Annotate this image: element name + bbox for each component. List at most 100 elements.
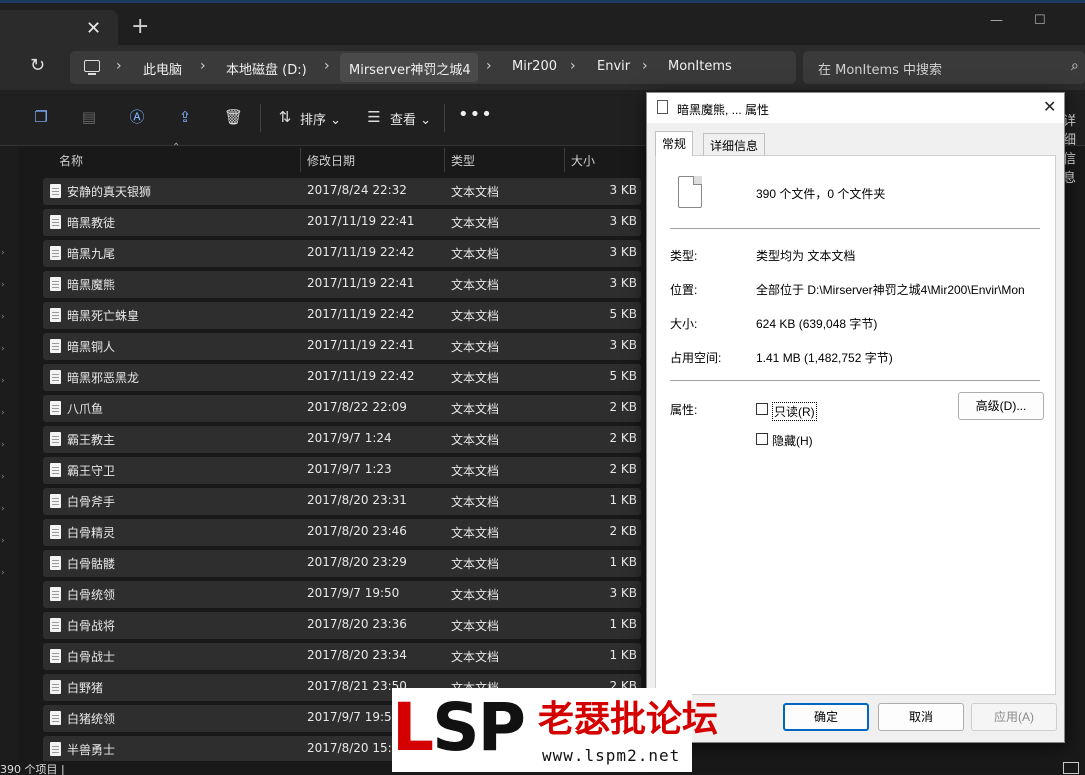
breadcrumb-local-disk[interactable]: 本地磁盘 (D:) [226, 59, 307, 78]
file-row[interactable]: 暗黑魔熊 2017/11/19 22:41 文本文档 3 KB [43, 271, 641, 298]
view-icon[interactable]: ☰ [365, 108, 383, 126]
details-pane-button[interactable]: 详细信息 [1063, 110, 1085, 186]
file-name[interactable]: 八爪鱼 [67, 400, 103, 417]
file-row[interactable]: 白骨精灵 2017/8/20 23:46 文本文档 2 KB [43, 519, 641, 546]
sort-button[interactable]: 排序 ⌄ [300, 109, 341, 128]
close-tab-icon[interactable]: ✕ [86, 18, 101, 39]
file-name[interactable]: 暗黑邪恶黑龙 [67, 369, 139, 386]
chevron-right-icon[interactable]: › [642, 58, 648, 74]
file-row[interactable]: 霸王教主 2017/9/7 1:24 文本文档 2 KB [43, 426, 641, 453]
file-row[interactable]: 白骨骷髅 2017/8/20 23:29 文本文档 1 KB [43, 550, 641, 577]
file-row[interactable]: 白骨战士 2017/8/20 23:34 文本文档 1 KB [43, 643, 641, 670]
breadcrumb-monitems[interactable]: MonItems [668, 59, 732, 74]
expand-icon[interactable]: › [1, 280, 5, 290]
file-row[interactable]: 安静的真天银狮 2017/8/24 22:32 文本文档 3 KB [43, 178, 641, 205]
chevron-right-icon[interactable]: › [116, 58, 122, 74]
file-name[interactable]: 白骨战士 [67, 648, 115, 665]
expand-icon[interactable]: › [1, 376, 5, 386]
file-name[interactable]: 白猪统领 [67, 710, 115, 727]
maximize-icon[interactable]: ☐ [1034, 13, 1046, 28]
column-divider[interactable] [564, 148, 565, 172]
expand-icon[interactable]: › [1, 568, 5, 578]
details-view-icon[interactable] [1063, 762, 1079, 774]
tab-general[interactable]: 常规 [655, 131, 694, 156]
column-divider[interactable] [300, 148, 301, 172]
expand-icon[interactable]: › [1, 312, 5, 322]
column-header-size[interactable]: 大小 [571, 152, 595, 169]
file-name[interactable]: 暗黑铜人 [67, 338, 115, 355]
computer-icon[interactable] [84, 60, 100, 75]
expand-icon[interactable]: › [1, 536, 5, 546]
file-name[interactable]: 暗黑九尾 [67, 245, 115, 262]
expand-icon[interactable]: › [1, 472, 5, 482]
more-options-icon[interactable]: ••• [458, 104, 493, 125]
file-row[interactable]: 霸王守卫 2017/9/7 1:23 文本文档 2 KB [43, 457, 641, 484]
rename-icon[interactable]: Ⓐ [128, 108, 146, 126]
file-name[interactable]: 霸王教主 [67, 431, 115, 448]
file-name[interactable]: 白野猪 [67, 679, 103, 696]
search-icon[interactable]: ⌕ [1071, 58, 1079, 74]
file-name[interactable]: 暗黑教徒 [67, 214, 115, 231]
file-name[interactable]: 白骨骷髅 [67, 555, 115, 572]
file-row[interactable]: 白骨战将 2017/8/20 23:36 文本文档 1 KB [43, 612, 641, 639]
expand-icon[interactable]: › [1, 440, 5, 450]
hidden-checkbox[interactable] [756, 433, 768, 445]
file-row[interactable]: 暗黑教徒 2017/11/19 22:41 文本文档 3 KB [43, 209, 641, 236]
hidden-label[interactable]: 隐藏(H) [772, 432, 813, 449]
file-name[interactable]: 白骨战将 [67, 617, 115, 634]
file-row[interactable]: 暗黑邪恶黑龙 2017/11/19 22:42 文本文档 5 KB [43, 364, 641, 391]
file-name[interactable]: 白骨统领 [67, 586, 115, 603]
breadcrumb-mir200[interactable]: Mir200 [512, 59, 557, 74]
readonly-checkbox[interactable] [756, 403, 768, 415]
copy-icon[interactable]: ❐ [32, 108, 50, 126]
ok-button[interactable]: 确定 [783, 703, 869, 731]
readonly-label[interactable]: 只读(R) [772, 402, 817, 421]
file-row[interactable]: 暗黑铜人 2017/11/19 22:41 文本文档 3 KB [43, 333, 641, 360]
file-row[interactable]: 白骨斧手 2017/8/20 23:31 文本文档 1 KB [43, 488, 641, 515]
file-row[interactable]: 暗黑死亡蛛皇 2017/11/19 22:42 文本文档 5 KB [43, 302, 641, 329]
file-row[interactable]: 八爪鱼 2017/8/22 22:09 文本文档 2 KB [43, 395, 641, 422]
refresh-icon[interactable]: ↻ [30, 55, 45, 76]
column-header-type[interactable]: 类型 [451, 152, 475, 169]
advanced-button[interactable]: 高级(D)... [958, 392, 1044, 420]
paste-icon[interactable]: ▤ [80, 108, 98, 126]
chevron-right-icon[interactable]: › [570, 58, 576, 74]
file-name[interactable]: 半兽勇士 [67, 741, 115, 758]
search-placeholder[interactable]: 在 MonItems 中搜索 [818, 59, 942, 78]
breadcrumb-envir[interactable]: Envir [597, 59, 630, 74]
file-name[interactable]: 白骨斧手 [67, 493, 115, 510]
expand-icon[interactable]: › [1, 248, 5, 258]
sort-icon[interactable]: ⇅ [276, 108, 294, 126]
chevron-right-icon[interactable]: › [324, 58, 330, 74]
breadcrumb-this-pc[interactable]: 此电脑 [143, 59, 182, 78]
column-divider[interactable] [444, 148, 445, 172]
search-box[interactable]: 在 MonItems 中搜索 ⌕ [803, 51, 1085, 84]
breadcrumb-mirserver[interactable]: Mirserver神罚之城4 [349, 59, 471, 78]
tab-monitems[interactable]: ✕ [0, 10, 118, 45]
file-row[interactable]: 暗黑九尾 2017/11/19 22:42 文本文档 3 KB [43, 240, 641, 267]
tab-details[interactable]: 详细信息 [703, 133, 766, 155]
new-tab-icon[interactable]: + [131, 16, 149, 38]
file-row[interactable]: 白骨统领 2017/9/7 19:50 文本文档 3 KB [43, 581, 641, 608]
cancel-button[interactable]: 取消 [878, 703, 964, 731]
minimize-icon[interactable]: — [990, 13, 1003, 28]
apply-button[interactable]: 应用(A) [971, 703, 1057, 731]
column-header-date[interactable]: 修改日期 [307, 152, 355, 169]
delete-icon[interactable]: 🗑 [224, 108, 243, 126]
close-icon[interactable]: ✕ [1043, 97, 1056, 117]
expand-icon[interactable]: › [1, 408, 5, 418]
address-bar[interactable]: › 此电脑 › 本地磁盘 (D:) › Mirserver神罚之城4 › Mir… [70, 51, 796, 84]
chevron-right-icon[interactable]: › [200, 58, 206, 74]
file-name[interactable]: 安静的真天银狮 [67, 183, 151, 200]
expand-icon[interactable]: › [1, 344, 5, 354]
file-name[interactable]: 暗黑死亡蛛皇 [67, 307, 139, 324]
expand-icon[interactable]: › [1, 504, 5, 514]
chevron-right-icon[interactable]: › [486, 58, 492, 74]
dialog-title-bar[interactable]: 暗黑魔熊, ... 属性 ✕ [647, 93, 1064, 123]
share-icon[interactable]: ⇪ [176, 108, 194, 126]
file-name[interactable]: 暗黑魔熊 [67, 276, 115, 293]
file-name[interactable]: 白骨精灵 [67, 524, 115, 541]
column-header-name[interactable]: 名称 [59, 152, 83, 169]
view-button[interactable]: 查看 ⌄ [390, 109, 431, 128]
file-name[interactable]: 霸王守卫 [67, 462, 115, 479]
